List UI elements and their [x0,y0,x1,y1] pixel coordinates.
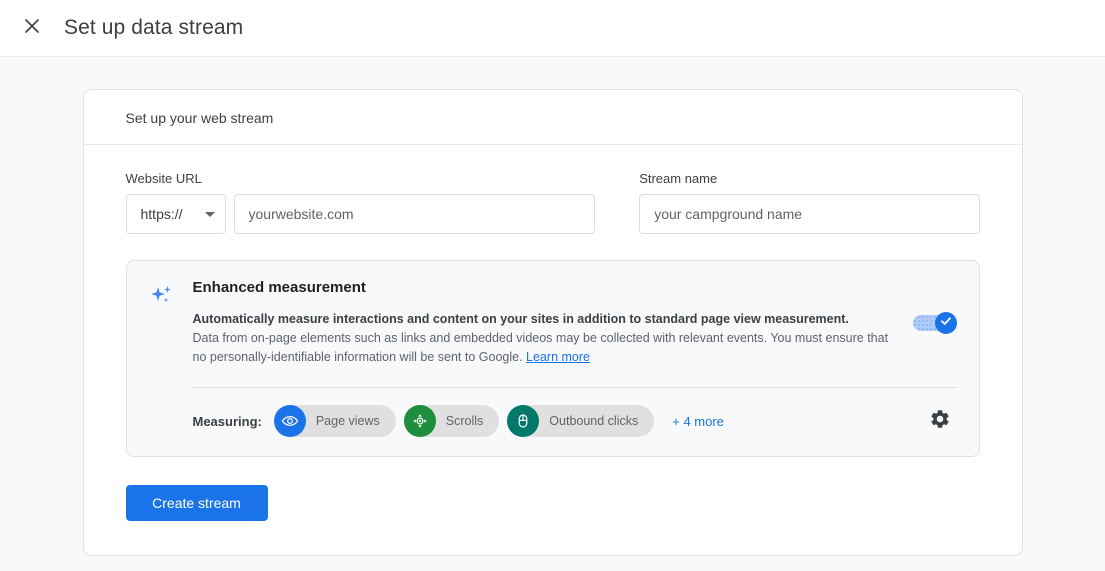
close-icon [22,16,42,41]
enhanced-measurement-description: Automatically measure interactions and c… [193,310,895,367]
stream-name-label: Stream name [639,171,718,186]
measuring-row: Measuring: Page views Scrolls Outbound c… [193,404,957,438]
learn-more-link[interactable]: Learn more [526,350,590,364]
check-icon [939,314,953,333]
chip-page-views[interactable]: Page views [273,405,396,437]
page-content: Set up your web stream Website URL https… [0,57,1105,556]
website-url-label: Website URL [125,171,202,186]
scheme-select[interactable]: https:// [125,194,226,234]
chip-outbound-clicks[interactable]: Outbound clicks [507,405,655,437]
description-line-2: Data from on-page elements such as links… [192,331,889,345]
description-line-3-text: no personally-identifiable information w… [192,350,523,364]
chip-label: Page views [315,414,380,428]
more-events-link[interactable]: + 4 more [672,414,724,429]
scroll-target-icon [403,405,436,437]
form-row: Website URL https:// Stream name [125,171,980,234]
chevron-down-icon [204,211,215,217]
panel-divider [192,387,957,388]
enhanced-measurement-panel: Enhanced measurement Automatically measu… [125,260,980,457]
website-url-input[interactable] [233,194,596,234]
enhanced-measurement-main: Enhanced measurement Automatically measu… [192,279,957,438]
scheme-select-value: https:// [140,206,183,222]
toggle-knob [934,312,957,334]
description-line-1: Automatically measure interactions and c… [192,312,849,326]
app-bar: Set up data stream [0,0,1105,57]
card-header: Set up your web stream [83,90,1022,145]
stream-name-input[interactable] [639,194,980,234]
chip-label: Outbound clicks [549,414,639,428]
measuring-label: Measuring: [192,413,262,429]
enhanced-measurement-toggle[interactable] [912,312,957,334]
eye-icon [273,405,306,437]
chip-label: Scrolls [445,414,484,428]
website-url-inputs: https:// [125,194,596,234]
page-title: Set up data stream [64,16,244,39]
create-stream-button[interactable]: Create stream [125,485,268,521]
website-url-field: Website URL https:// [125,171,596,234]
web-stream-card: Set up your web stream Website URL https… [82,89,1023,556]
sparkle-icon [149,279,177,438]
enhanced-measurement-description-row: Automatically measure interactions and c… [193,310,957,367]
settings-button[interactable] [923,404,957,438]
measuring-chips: Page views Scrolls Outbound clicks [273,405,655,437]
gear-icon [929,408,951,435]
close-button[interactable] [18,14,46,42]
chip-scrolls[interactable]: Scrolls [403,405,500,437]
description-line-3: no personally-identifiable information w… [193,348,895,367]
stream-name-field: Stream name [639,171,980,234]
enhanced-measurement-title: Enhanced measurement [192,279,366,296]
mouse-icon [507,405,540,437]
card-body: Website URL https:// Stream name [84,145,1022,555]
